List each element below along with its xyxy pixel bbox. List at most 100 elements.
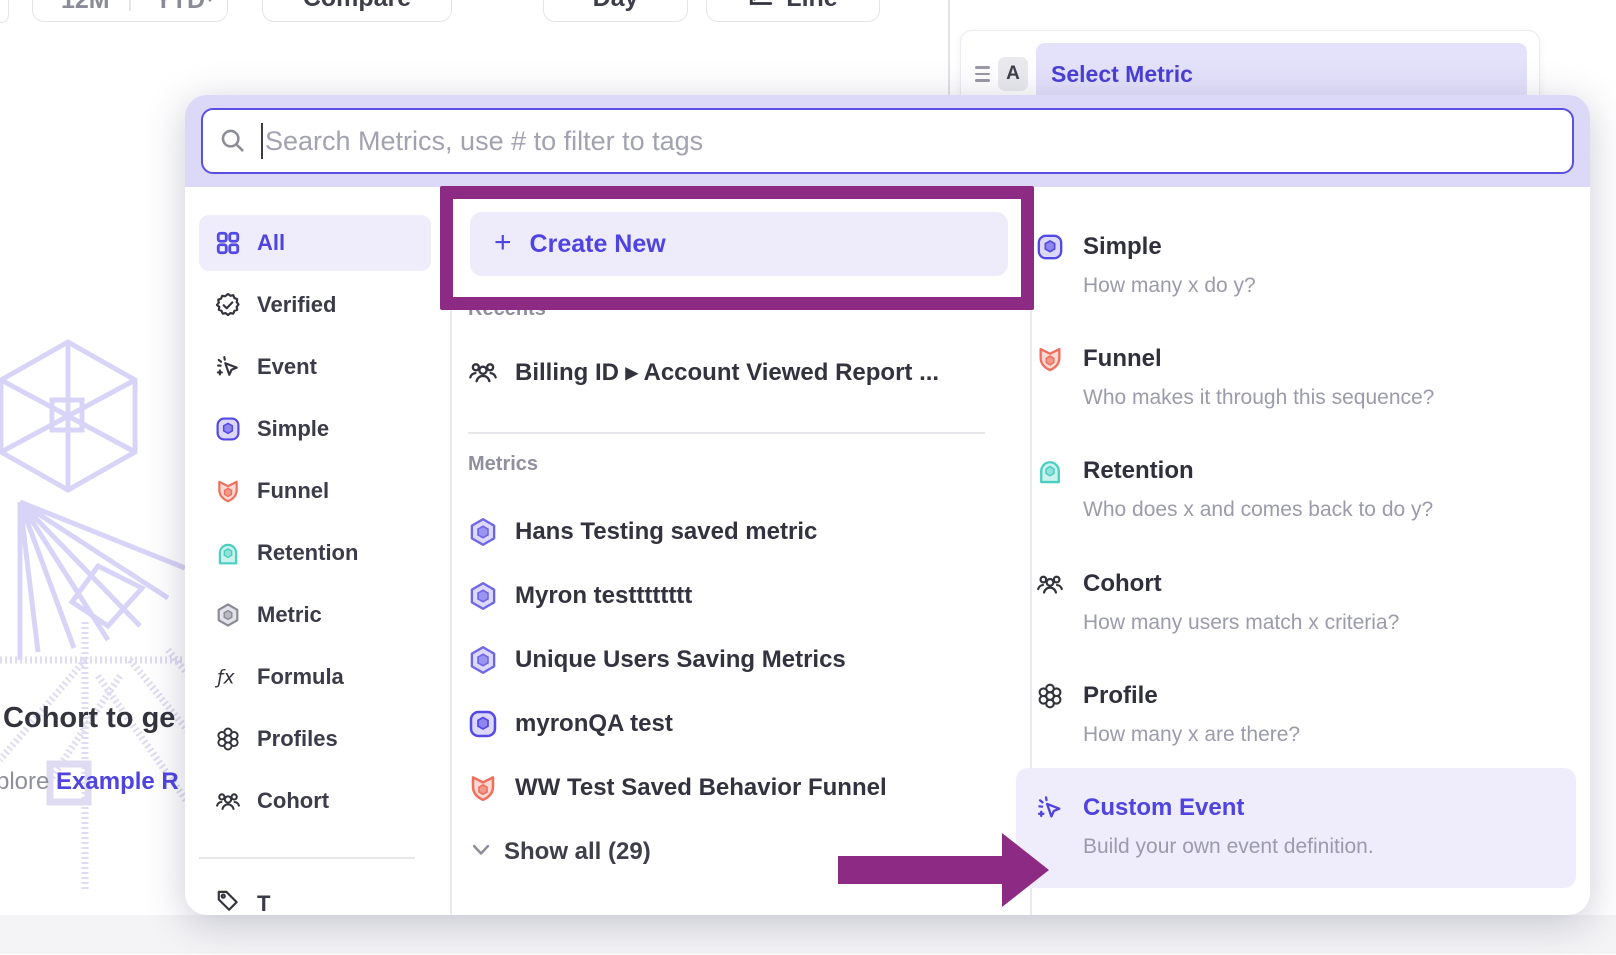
sidebar-item-label: Metric bbox=[257, 602, 322, 628]
sidebar-item-event[interactable]: Event bbox=[185, 339, 450, 395]
show-all-label: Show all (29) bbox=[504, 838, 651, 866]
search-input[interactable] bbox=[265, 110, 1572, 172]
annotation-arrow-head bbox=[1002, 833, 1049, 907]
line-button[interactable]: Line bbox=[706, 0, 880, 22]
simple-icon bbox=[468, 709, 498, 739]
metric-list-item[interactable]: Myron testttttttt bbox=[455, 568, 1015, 624]
cohort-icon bbox=[215, 788, 241, 814]
headline-text: or Cohort to ge bbox=[0, 702, 175, 734]
type-item-custom-event[interactable]: Custom Event Build your own event defini… bbox=[1030, 794, 1590, 874]
funnel-icon bbox=[215, 478, 241, 504]
type-desc: How many x are there? bbox=[1083, 723, 1300, 747]
type-title: Custom Event bbox=[1083, 794, 1244, 822]
recent-item[interactable]: Billing ID ▸ Account Viewed Report ... bbox=[455, 344, 1015, 400]
sidebar-divider bbox=[199, 857, 415, 859]
sidebar-item-label: Profiles bbox=[257, 726, 338, 752]
sidebar-item-retention[interactable]: Retention bbox=[185, 525, 450, 581]
explore-text: xplore bbox=[0, 768, 56, 795]
metric-icon bbox=[215, 602, 241, 628]
annotation-highlight-box bbox=[440, 186, 1034, 310]
simple-icon bbox=[215, 416, 241, 442]
type-title: Profile bbox=[1083, 682, 1158, 710]
sidebar-item-funnel[interactable]: Funnel bbox=[185, 463, 450, 519]
profiles-icon bbox=[1036, 682, 1064, 710]
text-cursor bbox=[261, 123, 263, 159]
metric-list-item[interactable]: Unique Users Saving Metrics bbox=[455, 632, 1015, 688]
compare-label: Compare bbox=[303, 0, 411, 13]
metric-list-item[interactable]: WW Test Saved Behavior Funnel bbox=[455, 760, 1015, 816]
sidebar-item-label: Cohort bbox=[257, 788, 329, 814]
metric-list-item[interactable]: myronQA test bbox=[455, 696, 1015, 752]
type-item-cohort[interactable]: Cohort How many users match x criteria? bbox=[1030, 570, 1590, 650]
metric-hex-icon bbox=[468, 645, 498, 675]
sidebar-item-label: Verified bbox=[257, 292, 336, 318]
day-label: Day bbox=[593, 0, 639, 13]
sidebar-item-cohort[interactable]: Cohort bbox=[185, 773, 450, 829]
type-desc: Who makes it through this sequence? bbox=[1083, 386, 1434, 410]
example-link[interactable]: Example R bbox=[56, 768, 179, 795]
sidebar-item-verified[interactable]: Verified bbox=[185, 277, 450, 333]
formula-icon: ƒx bbox=[215, 664, 241, 690]
metric-hex-icon bbox=[468, 517, 498, 547]
type-desc: How many x do y? bbox=[1083, 274, 1256, 298]
empty-state-explore-fragment: xplore Example R bbox=[0, 768, 186, 796]
metric-list-item[interactable]: Hans Testing saved metric bbox=[455, 504, 1015, 560]
funnel-icon bbox=[1036, 345, 1064, 373]
metrics-section-label: Metrics bbox=[468, 453, 538, 476]
type-desc: Who does x and comes back to do y? bbox=[1083, 498, 1433, 522]
compare-button[interactable]: Compare bbox=[262, 0, 452, 22]
search-icon bbox=[219, 127, 247, 155]
recent-item-label: Billing ID ▸ Account Viewed Report ... bbox=[515, 358, 939, 387]
type-item-profile[interactable]: Profile How many x are there? bbox=[1030, 682, 1590, 762]
sidebar-item-all[interactable]: All bbox=[199, 215, 431, 271]
metric-item-label: WW Test Saved Behavior Funnel bbox=[515, 774, 887, 802]
line-chart-icon bbox=[748, 0, 774, 17]
sidebar-item-partial[interactable]: T bbox=[185, 885, 450, 915]
sidebar-item-label: Retention bbox=[257, 540, 358, 566]
metric-hex-icon bbox=[468, 581, 498, 611]
metric-item-label: Myron testttttttt bbox=[515, 582, 692, 610]
type-title: Simple bbox=[1083, 233, 1162, 261]
show-all-button[interactable]: Show all (29) bbox=[455, 824, 755, 880]
empty-state-illustration bbox=[0, 330, 190, 955]
drag-handle-icon[interactable] bbox=[975, 66, 990, 82]
sidebar-item-label: Simple bbox=[257, 416, 329, 442]
chevron-down-icon bbox=[203, 0, 217, 9]
sidebar-item-metric[interactable]: Metric bbox=[185, 587, 450, 643]
sidebar-item-profiles[interactable]: Profiles bbox=[185, 711, 450, 767]
sidebar-item-label: T bbox=[257, 891, 270, 915]
sidebar-item-label: Funnel bbox=[257, 478, 329, 504]
range-ytd-label[interactable]: YTD bbox=[155, 0, 205, 15]
range-12m-label[interactable]: 12M bbox=[61, 0, 110, 15]
retention-icon bbox=[215, 540, 241, 566]
sidebar-item-label: Formula bbox=[257, 664, 344, 690]
type-item-funnel[interactable]: Funnel Who makes it through this sequenc… bbox=[1030, 345, 1590, 425]
event-icon bbox=[215, 354, 241, 380]
sidebar-item-formula[interactable]: ƒx Formula bbox=[185, 649, 450, 705]
metrics-section-divider bbox=[468, 432, 985, 434]
cohort-icon bbox=[1036, 570, 1064, 598]
custom-event-icon bbox=[1036, 794, 1064, 822]
search-box[interactable] bbox=[201, 108, 1574, 174]
panel-divider bbox=[948, 0, 950, 95]
date-range-group[interactable]: 12M YTD bbox=[32, 0, 228, 22]
tag-icon bbox=[215, 887, 241, 913]
toolbar-edge-fragment bbox=[0, 0, 9, 23]
type-item-retention[interactable]: Retention Who does x and comes back to d… bbox=[1030, 457, 1590, 537]
verified-icon bbox=[215, 292, 241, 318]
type-desc: Build your own event definition. bbox=[1083, 835, 1374, 859]
simple-icon bbox=[1036, 233, 1064, 261]
page-footer-strip bbox=[0, 915, 1616, 954]
sidebar-item-simple[interactable]: Simple bbox=[185, 401, 450, 457]
metric-item-label: Hans Testing saved metric bbox=[515, 518, 817, 546]
modal-header bbox=[185, 95, 1590, 187]
day-button[interactable]: Day bbox=[543, 0, 688, 22]
annotation-arrow bbox=[838, 856, 1004, 884]
metric-item-label: Unique Users Saving Metrics bbox=[515, 646, 846, 674]
type-title: Cohort bbox=[1083, 570, 1162, 598]
profiles-icon bbox=[215, 726, 241, 752]
type-item-simple[interactable]: Simple How many x do y? bbox=[1030, 233, 1590, 313]
metric-item-label: myronQA test bbox=[515, 710, 673, 738]
type-title: Funnel bbox=[1083, 345, 1162, 373]
retention-icon bbox=[1036, 457, 1064, 485]
